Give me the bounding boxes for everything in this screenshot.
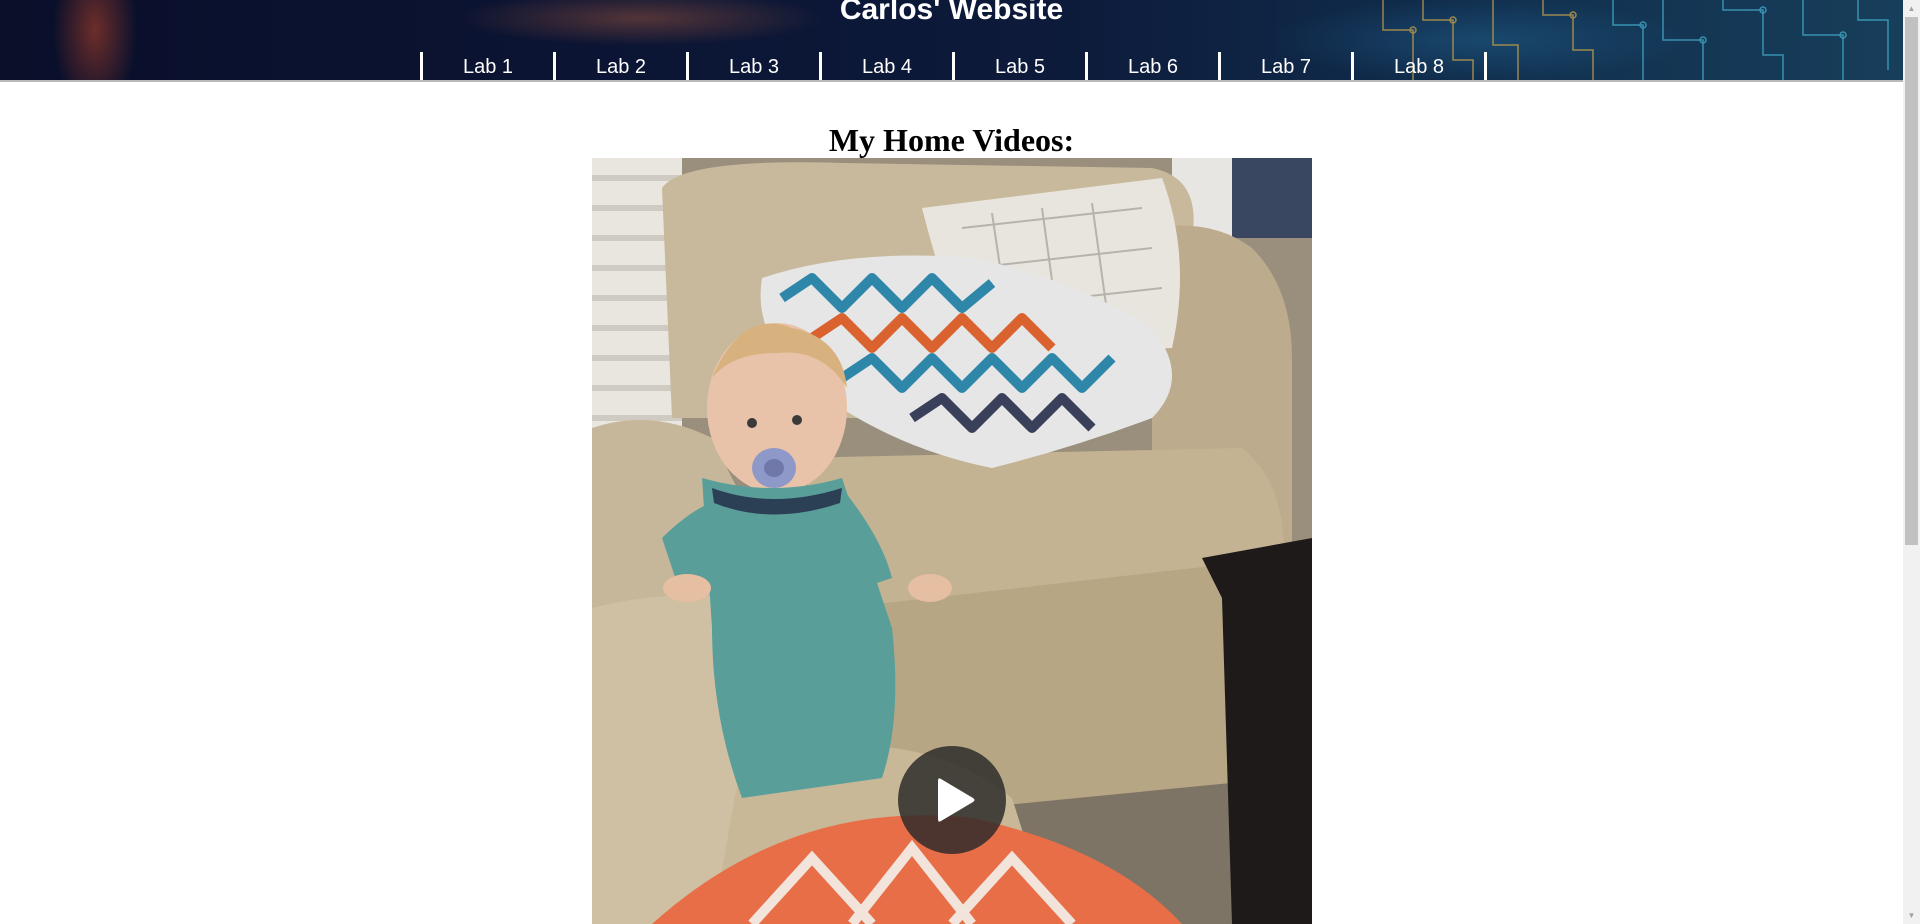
nav-item-lab-4[interactable]: Lab 4 — [822, 52, 955, 80]
nav-item-lab-2[interactable]: Lab 2 — [556, 52, 689, 80]
page-scrollbar[interactable]: ▲ ▼ — [1903, 0, 1920, 924]
play-button[interactable] — [898, 746, 1006, 854]
main-nav: Lab 1 Lab 2 Lab 3 Lab 4 Lab 5 Lab 6 Lab … — [420, 52, 1487, 80]
site-title: Carlos' Website — [839, 0, 1064, 26]
nav-item-lab-6[interactable]: Lab 6 — [1088, 52, 1221, 80]
nav-item-lab-7[interactable]: Lab 7 — [1221, 52, 1354, 80]
nav-item-lab-8[interactable]: Lab 8 — [1354, 52, 1487, 80]
scroll-up-arrow-icon[interactable]: ▲ — [1903, 0, 1920, 17]
scroll-down-arrow-icon[interactable]: ▼ — [1903, 907, 1920, 924]
site-header: Carlos' Website Lab 1 Lab 2 Lab 3 Lab 4 … — [0, 0, 1903, 82]
page-heading: My Home Videos: — [828, 122, 1075, 158]
play-icon — [938, 778, 975, 822]
scrollbar-thumb[interactable] — [1905, 17, 1918, 545]
nav-item-lab-5[interactable]: Lab 5 — [955, 52, 1088, 80]
nav-item-lab-3[interactable]: Lab 3 — [689, 52, 822, 80]
nav-item-lab-1[interactable]: Lab 1 — [423, 52, 556, 80]
home-video-player[interactable] — [592, 158, 1312, 924]
